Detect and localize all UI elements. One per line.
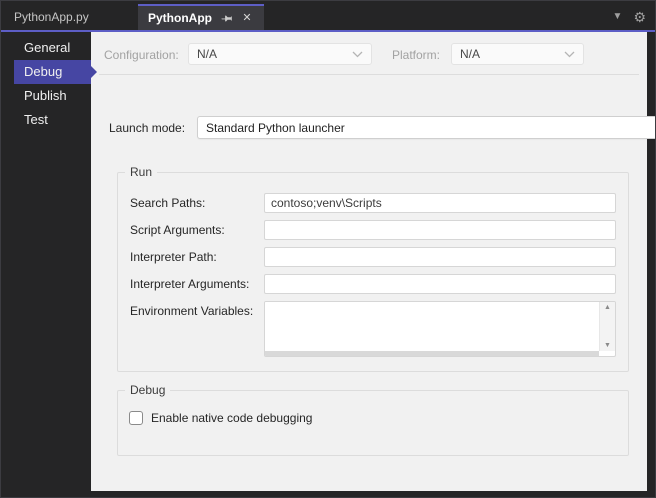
configuration-label: Configuration: <box>104 48 179 62</box>
scroll-up-icon[interactable]: ▲ <box>604 304 611 311</box>
debug-group-title: Debug <box>125 383 170 397</box>
native-debugging-label[interactable]: Enable native code debugging <box>151 411 312 425</box>
main-area: General Debug Publish Test Configuration… <box>1 32 655 498</box>
scroll-down-icon[interactable]: ▼ <box>604 342 611 349</box>
platform-value: N/A <box>460 47 480 61</box>
script-arguments-label: Script Arguments: <box>130 223 264 237</box>
tab-pythonapp-properties[interactable]: PythonApp ✕ <box>138 4 264 30</box>
environment-variables-textarea[interactable] <box>265 302 599 351</box>
pin-icon[interactable] <box>219 11 233 25</box>
vertical-scrollbar[interactable]: ▲ ▼ <box>599 302 615 351</box>
interpreter-path-label: Interpreter Path: <box>130 250 264 264</box>
tab-pythonapp-py[interactable]: PythonApp.py <box>1 4 138 30</box>
interpreter-arguments-input[interactable] <box>264 274 616 294</box>
interpreter-arguments-label: Interpreter Arguments: <box>130 277 264 291</box>
launch-mode-label: Launch mode: <box>109 121 185 135</box>
environment-variables-label: Environment Variables: <box>130 301 264 318</box>
platform-label: Platform: <box>392 48 440 62</box>
tab-label: PythonApp <box>148 11 212 25</box>
run-group: Run Search Paths: Script Arguments: Inte… <box>117 172 629 372</box>
close-icon[interactable]: ✕ <box>240 11 254 25</box>
search-paths-label: Search Paths: <box>130 196 264 210</box>
run-group-title: Run <box>125 165 157 179</box>
configuration-value: N/A <box>197 47 217 61</box>
sidebar-item-general[interactable]: General <box>14 36 91 60</box>
tab-bar-controls: ▼ ⚙ <box>613 4 655 30</box>
document-tab-bar: PythonApp.py PythonApp ✕ ▼ ⚙ <box>1 1 655 30</box>
script-arguments-row: Script Arguments: <box>130 220 616 240</box>
native-debugging-row: Enable native code debugging <box>129 411 617 425</box>
sidebar-item-publish[interactable]: Publish <box>14 84 91 108</box>
search-paths-row: Search Paths: <box>130 193 616 213</box>
launch-mode-value: Standard Python launcher <box>206 121 345 135</box>
properties-sidebar: General Debug Publish Test <box>9 32 91 491</box>
interpreter-path-input[interactable] <box>264 247 616 267</box>
environment-variables-row: Environment Variables: ▲ ▼ <box>130 301 616 357</box>
properties-window: PythonApp.py PythonApp ✕ ▼ ⚙ General <box>0 0 656 498</box>
tab-label: PythonApp.py <box>14 10 89 24</box>
interpreter-path-row: Interpreter Path: <box>130 247 616 267</box>
chevron-down-icon <box>564 51 575 58</box>
script-arguments-input[interactable] <box>264 220 616 240</box>
horizontal-scrollbar[interactable] <box>265 351 599 356</box>
environment-variables-field: ▲ ▼ <box>264 301 616 357</box>
section-divider <box>99 74 639 75</box>
platform-select[interactable]: N/A <box>451 43 584 65</box>
search-paths-input[interactable] <box>264 193 616 213</box>
chevron-down-icon <box>352 51 363 58</box>
sidebar-item-debug[interactable]: Debug <box>14 60 91 84</box>
sidebar-item-test[interactable]: Test <box>14 108 91 132</box>
configuration-select[interactable]: N/A <box>188 43 372 65</box>
interpreter-arguments-row: Interpreter Arguments: <box>130 274 616 294</box>
debug-group: Debug Enable native code debugging <box>117 390 629 456</box>
chevron-down-icon[interactable]: ▼ <box>613 12 623 22</box>
launch-mode-select[interactable]: Standard Python launcher <box>197 116 656 139</box>
gear-icon[interactable]: ⚙ <box>633 10 646 24</box>
debug-settings-panel: Configuration: N/A Platform: N/A Launch … <box>91 32 647 491</box>
native-debugging-checkbox[interactable] <box>129 411 143 425</box>
